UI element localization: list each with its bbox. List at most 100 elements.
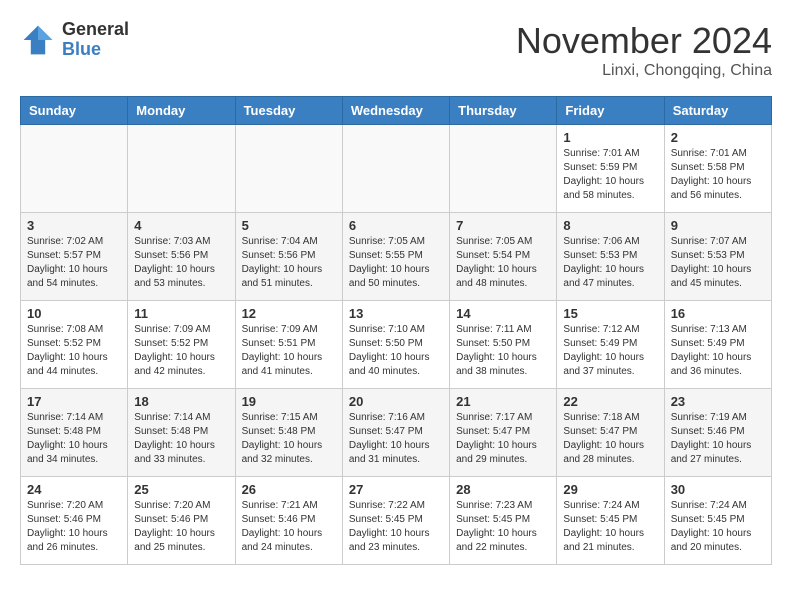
header-friday: Friday [557, 97, 664, 125]
day-cell: 14 Sunrise: 7:11 AM Sunset: 5:50 PM Dayli… [450, 301, 557, 389]
day-number: 17 [27, 394, 121, 409]
day-cell: 29Sunrise: 7:24 AM Sunset: 5:45 PM Dayli… [557, 477, 664, 565]
day-cell: 5 Sunrise: 7:04 AM Sunset: 5:56 PM Daylig… [235, 213, 342, 301]
day-cell [21, 125, 128, 213]
day-cell: 6 Sunrise: 7:05 AM Sunset: 5:55 PM Daylig… [342, 213, 449, 301]
day-cell: 27 Sunrise: 7:22 AM Sunset: 5:45 PM Dayli… [342, 477, 449, 565]
day-cell: 12 Sunrise: 7:09 AM Sunset: 5:51 PM Dayli… [235, 301, 342, 389]
day-cell [450, 125, 557, 213]
month-title: November 2024 [516, 20, 772, 62]
day-number: 4 [134, 218, 228, 233]
day-cell: 20Sunrise: 7:16 AM Sunset: 5:47 PM Dayli… [342, 389, 449, 477]
day-info: Sunrise: 7:20 AM Sunset: 5:46 PM Dayligh… [27, 499, 121, 555]
day-cell: 15 Sunrise: 7:12 AM Sunset: 5:49 PM Dayli… [557, 301, 664, 389]
page-header: General Blue November 2024 Linxi, Chongq… [20, 20, 772, 80]
day-number: 19 [242, 394, 336, 409]
day-info: Sunrise: 7:10 AM Sunset: 5:50 PM Dayligh… [349, 323, 443, 379]
day-info: Sunrise: 7:13 AM Sunset: 5:49 PM Dayligh… [671, 323, 765, 379]
day-info: Sunrise: 7:24 AM Sunset: 5:45 PM Dayligh… [671, 499, 765, 555]
header-monday: Monday [128, 97, 235, 125]
logo-text: General Blue [62, 20, 129, 60]
day-info: Sunrise: 7:04 AM Sunset: 5:56 PM Dayligh… [242, 235, 336, 291]
day-info: Sunrise: 7:06 AM Sunset: 5:53 PM Dayligh… [563, 235, 657, 291]
title-block: November 2024 Linxi, Chongqing, China [516, 20, 772, 80]
day-cell: 1Sunrise: 7:01 AM Sunset: 5:59 PM Daylig… [557, 125, 664, 213]
day-cell: 8 Sunrise: 7:06 AM Sunset: 5:53 PM Daylig… [557, 213, 664, 301]
day-number: 10 [27, 306, 121, 321]
day-cell: 13 Sunrise: 7:10 AM Sunset: 5:50 PM Dayli… [342, 301, 449, 389]
day-cell: 17 Sunrise: 7:14 AM Sunset: 5:48 PM Dayli… [21, 389, 128, 477]
day-info: Sunrise: 7:14 AM Sunset: 5:48 PM Dayligh… [27, 411, 121, 467]
day-info: Sunrise: 7:24 AM Sunset: 5:45 PM Dayligh… [563, 499, 657, 555]
day-info: Sunrise: 7:11 AM Sunset: 5:50 PM Dayligh… [456, 323, 550, 379]
day-info: Sunrise: 7:12 AM Sunset: 5:49 PM Dayligh… [563, 323, 657, 379]
week-row-2: 3Sunrise: 7:02 AM Sunset: 5:57 PM Daylig… [21, 213, 772, 301]
day-info: Sunrise: 7:09 AM Sunset: 5:51 PM Dayligh… [242, 323, 336, 379]
day-cell: 11Sunrise: 7:09 AM Sunset: 5:52 PM Dayli… [128, 301, 235, 389]
day-number: 12 [242, 306, 336, 321]
day-cell: 19 Sunrise: 7:15 AM Sunset: 5:48 PM Dayli… [235, 389, 342, 477]
header-saturday: Saturday [664, 97, 771, 125]
day-cell: 16Sunrise: 7:13 AM Sunset: 5:49 PM Dayli… [664, 301, 771, 389]
week-row-3: 10 Sunrise: 7:08 AM Sunset: 5:52 PM Dayli… [21, 301, 772, 389]
day-info: Sunrise: 7:22 AM Sunset: 5:45 PM Dayligh… [349, 499, 443, 555]
week-row-1: 1Sunrise: 7:01 AM Sunset: 5:59 PM Daylig… [21, 125, 772, 213]
day-info: Sunrise: 7:08 AM Sunset: 5:52 PM Dayligh… [27, 323, 121, 379]
day-cell: 21Sunrise: 7:17 AM Sunset: 5:47 PM Dayli… [450, 389, 557, 477]
day-number: 20 [349, 394, 443, 409]
day-number: 15 [563, 306, 657, 321]
day-info: Sunrise: 7:23 AM Sunset: 5:45 PM Dayligh… [456, 499, 550, 555]
day-info: Sunrise: 7:18 AM Sunset: 5:47 PM Dayligh… [563, 411, 657, 467]
day-info: Sunrise: 7:20 AM Sunset: 5:46 PM Dayligh… [134, 499, 228, 555]
day-number: 6 [349, 218, 443, 233]
day-cell: 9 Sunrise: 7:07 AM Sunset: 5:53 PM Daylig… [664, 213, 771, 301]
day-number: 5 [242, 218, 336, 233]
day-number: 28 [456, 482, 550, 497]
day-info: Sunrise: 7:05 AM Sunset: 5:54 PM Dayligh… [456, 235, 550, 291]
day-info: Sunrise: 7:07 AM Sunset: 5:53 PM Dayligh… [671, 235, 765, 291]
day-number: 27 [349, 482, 443, 497]
day-cell: 10 Sunrise: 7:08 AM Sunset: 5:52 PM Dayli… [21, 301, 128, 389]
week-row-5: 24 Sunrise: 7:20 AM Sunset: 5:46 PM Dayli… [21, 477, 772, 565]
day-info: Sunrise: 7:05 AM Sunset: 5:55 PM Dayligh… [349, 235, 443, 291]
day-cell: 23 Sunrise: 7:19 AM Sunset: 5:46 PM Dayli… [664, 389, 771, 477]
logo-general: General [62, 20, 129, 40]
week-row-4: 17 Sunrise: 7:14 AM Sunset: 5:48 PM Dayli… [21, 389, 772, 477]
day-info: Sunrise: 7:19 AM Sunset: 5:46 PM Dayligh… [671, 411, 765, 467]
header-thursday: Thursday [450, 97, 557, 125]
day-cell: 3Sunrise: 7:02 AM Sunset: 5:57 PM Daylig… [21, 213, 128, 301]
day-number: 18 [134, 394, 228, 409]
logo: General Blue [20, 20, 129, 60]
day-number: 7 [456, 218, 550, 233]
day-info: Sunrise: 7:15 AM Sunset: 5:48 PM Dayligh… [242, 411, 336, 467]
day-number: 9 [671, 218, 765, 233]
day-number: 25 [134, 482, 228, 497]
day-cell [235, 125, 342, 213]
day-number: 8 [563, 218, 657, 233]
day-info: Sunrise: 7:14 AM Sunset: 5:48 PM Dayligh… [134, 411, 228, 467]
header-tuesday: Tuesday [235, 97, 342, 125]
day-cell: 7 Sunrise: 7:05 AM Sunset: 5:54 PM Daylig… [450, 213, 557, 301]
day-number: 1 [563, 130, 657, 145]
day-number: 26 [242, 482, 336, 497]
day-number: 21 [456, 394, 550, 409]
day-number: 23 [671, 394, 765, 409]
day-cell: 30 Sunrise: 7:24 AM Sunset: 5:45 PM Dayli… [664, 477, 771, 565]
day-number: 14 [456, 306, 550, 321]
day-info: Sunrise: 7:03 AM Sunset: 5:56 PM Dayligh… [134, 235, 228, 291]
day-cell: 4 Sunrise: 7:03 AM Sunset: 5:56 PM Daylig… [128, 213, 235, 301]
calendar-table: SundayMondayTuesdayWednesdayThursdayFrid… [20, 96, 772, 565]
day-info: Sunrise: 7:09 AM Sunset: 5:52 PM Dayligh… [134, 323, 228, 379]
header-sunday: Sunday [21, 97, 128, 125]
logo-icon [20, 22, 56, 58]
day-number: 24 [27, 482, 121, 497]
day-cell [342, 125, 449, 213]
day-number: 2 [671, 130, 765, 145]
day-info: Sunrise: 7:01 AM Sunset: 5:58 PM Dayligh… [671, 147, 765, 203]
header-wednesday: Wednesday [342, 97, 449, 125]
day-number: 13 [349, 306, 443, 321]
day-info: Sunrise: 7:21 AM Sunset: 5:46 PM Dayligh… [242, 499, 336, 555]
day-cell: 25 Sunrise: 7:20 AM Sunset: 5:46 PM Dayli… [128, 477, 235, 565]
day-cell: 18 Sunrise: 7:14 AM Sunset: 5:48 PM Dayli… [128, 389, 235, 477]
day-number: 30 [671, 482, 765, 497]
